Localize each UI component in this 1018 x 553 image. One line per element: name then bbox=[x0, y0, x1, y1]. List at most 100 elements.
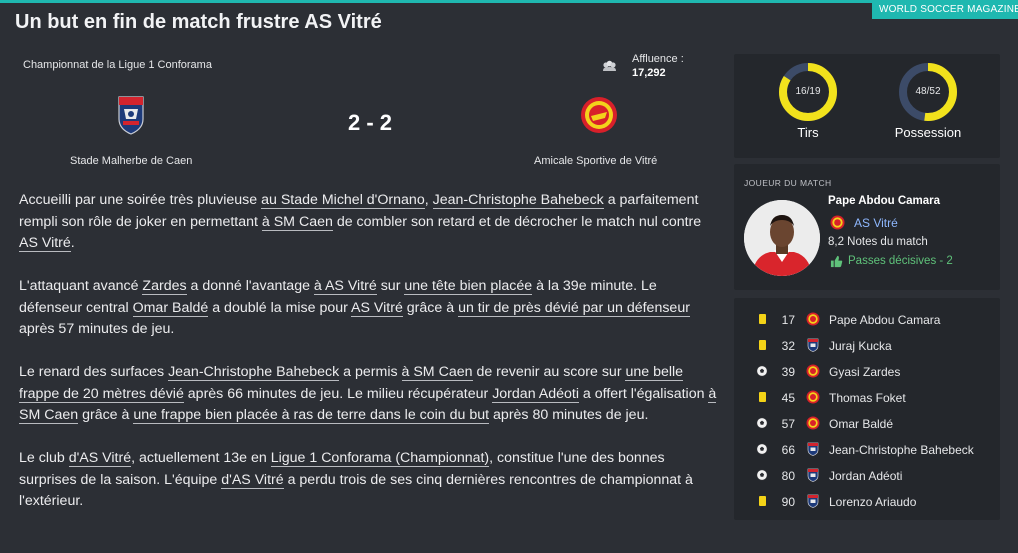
event-player-name[interactable]: Pape Abdou Camara bbox=[829, 313, 940, 327]
event-row[interactable]: 17 Pape Abdou Camara bbox=[734, 307, 1000, 333]
team-link[interactable]: à AS Vitré bbox=[313, 278, 377, 295]
as-vitre-crest-icon bbox=[830, 215, 845, 230]
event-minute: 17 bbox=[781, 313, 795, 327]
team-link[interactable]: à SM Caen bbox=[261, 213, 333, 231]
event-row[interactable]: 57 Omar Baldé bbox=[734, 411, 1000, 437]
magazine-badge: WORLD SOCCER MAGAZINE bbox=[872, 0, 1018, 19]
event-row[interactable]: 66 Jean-Christophe Bahebeck bbox=[734, 437, 1000, 463]
text: de revenir au score sur bbox=[472, 364, 626, 380]
team-link[interactable]: d'AS Vitré bbox=[221, 471, 284, 489]
text: , actuellement 13e en bbox=[131, 450, 271, 466]
goal-ball-icon bbox=[756, 469, 768, 481]
man-of-match-title: JOUEUR DU MATCH bbox=[744, 178, 832, 188]
event-player-name[interactable]: Jordan Adéoti bbox=[829, 469, 902, 483]
as-vitre-crest-icon[interactable] bbox=[806, 390, 820, 404]
sm-caen-crest-icon[interactable] bbox=[806, 338, 820, 352]
event-player-name[interactable]: Omar Baldé bbox=[829, 417, 893, 431]
player-link[interactable]: Zardes bbox=[142, 278, 187, 295]
event-minute: 39 bbox=[781, 365, 795, 379]
as-vitre-crest-icon[interactable] bbox=[806, 364, 820, 378]
competition-link[interactable]: Ligue 1 Conforama (Championnat) bbox=[270, 450, 490, 467]
text: Le club bbox=[19, 450, 69, 466]
match-stats-panel: 16/19 Tirs 48/52 Possession bbox=[734, 54, 1000, 158]
man-of-match-rating: 8,2 Notes du match bbox=[828, 236, 928, 248]
goal-link[interactable]: une frappe bien placée à ras de terre da… bbox=[133, 407, 490, 424]
event-player-name[interactable]: Thomas Foket bbox=[829, 391, 906, 405]
text: a permis bbox=[339, 364, 402, 380]
event-player-name[interactable]: Jean-Christophe Bahebeck bbox=[829, 443, 974, 457]
thumbs-up-icon bbox=[830, 255, 843, 268]
shots-value: 16/19 bbox=[795, 86, 821, 97]
player-link[interactable]: Omar Baldé bbox=[132, 299, 209, 317]
team-link[interactable]: à SM Caen bbox=[401, 364, 473, 381]
sm-caen-crest-icon[interactable] bbox=[806, 468, 820, 482]
man-of-match-assists: Passes décisives - 2 bbox=[848, 255, 953, 267]
player-link[interactable]: Jordan Adéoti bbox=[492, 385, 579, 403]
yellow-card-icon bbox=[759, 496, 766, 506]
goal-ball-icon bbox=[756, 365, 768, 377]
player-link[interactable]: Jean-Christophe Bahebeck bbox=[432, 192, 604, 209]
text: sur bbox=[376, 278, 405, 294]
text: L'attaquant avancé bbox=[19, 278, 143, 294]
man-of-match-panel[interactable]: JOUEUR DU MATCH Pape Abdou Camara AS Vit… bbox=[734, 164, 1000, 290]
event-row[interactable]: 45 Thomas Foket bbox=[734, 385, 1000, 411]
possession-label: Possession bbox=[894, 125, 962, 140]
text: a offert l'égalisation bbox=[578, 385, 709, 402]
event-player-name[interactable]: Gyasi Zardes bbox=[829, 365, 900, 379]
event-minute: 80 bbox=[781, 469, 795, 483]
man-of-match-name[interactable]: Pape Abdou Camara bbox=[828, 195, 940, 207]
text: Accueilli par une soirée très pluvieuse bbox=[19, 192, 262, 208]
competition-name[interactable]: Championnat de la Ligue 1 Conforama bbox=[23, 59, 212, 71]
sm-caen-crest-icon[interactable] bbox=[806, 442, 820, 456]
event-minute: 66 bbox=[781, 443, 795, 457]
man-of-match-club[interactable]: AS Vitré bbox=[854, 216, 898, 230]
team-link[interactable]: AS Vitré bbox=[19, 235, 71, 252]
match-events-panel: 17 Pape Abdou Camara 32 Juraj Kucka 39 Gyasi … bbox=[734, 298, 1000, 520]
player-link[interactable]: Jean-Christophe Bahebeck bbox=[168, 364, 340, 381]
event-minute: 90 bbox=[781, 495, 795, 509]
goal-link[interactable]: une tête bien placée bbox=[404, 278, 533, 295]
yellow-card-icon bbox=[759, 340, 766, 350]
event-minute: 32 bbox=[781, 339, 795, 353]
text: , bbox=[424, 192, 433, 208]
attendance-value: 17,292 bbox=[632, 67, 666, 79]
article-body: Accueilli par une soirée très pluvieuse … bbox=[19, 190, 719, 534]
article-paragraph: Le renard des surfaces Jean-Christophe B… bbox=[19, 362, 719, 427]
yellow-card-icon bbox=[759, 314, 766, 324]
goal-ball-icon bbox=[756, 443, 768, 455]
text: a doublé la mise pour bbox=[208, 299, 352, 316]
goal-link[interactable]: un tir de près dévié par un défenseur bbox=[458, 299, 690, 317]
stadium-link[interactable]: au Stade Michel d'Ornano bbox=[261, 192, 425, 209]
sm-caen-crest-icon[interactable] bbox=[117, 95, 145, 135]
team-link[interactable]: d'AS Vitré bbox=[68, 450, 132, 467]
match-score: 2 - 2 bbox=[347, 110, 393, 135]
event-row[interactable]: 90 Lorenzo Ariaudo bbox=[734, 489, 1000, 515]
as-vitre-crest-icon[interactable] bbox=[806, 416, 820, 430]
goal-ball-icon bbox=[756, 417, 768, 429]
event-player-name[interactable]: Lorenzo Ariaudo bbox=[829, 495, 916, 509]
text: grâce à bbox=[402, 299, 459, 316]
possession-value: 48/52 bbox=[915, 86, 941, 97]
article-paragraph: Accueilli par une soirée très pluvieuse … bbox=[19, 190, 719, 255]
away-team-name[interactable]: Amicale Sportive de Vitré bbox=[534, 155, 657, 167]
text: Le renard des surfaces bbox=[19, 364, 169, 380]
home-stadium-name[interactable]: Stade Malherbe de Caen bbox=[70, 155, 192, 167]
text: après 80 minutes de jeu. bbox=[489, 407, 649, 423]
text: de combler son retard et de décrocher le… bbox=[332, 213, 702, 230]
player-photo[interactable] bbox=[744, 200, 820, 276]
article-paragraph: Le club d'AS Vitré, actuellement 13e en … bbox=[19, 448, 719, 513]
event-row[interactable]: 32 Juraj Kucka bbox=[734, 333, 1000, 359]
attendance-label: Affluence : bbox=[632, 53, 684, 65]
sm-caen-crest-icon[interactable] bbox=[806, 494, 820, 508]
yellow-card-icon bbox=[759, 392, 766, 402]
text: a donné l'avantage bbox=[186, 278, 314, 294]
text: . bbox=[70, 235, 75, 251]
event-row[interactable]: 39 Gyasi Zardes bbox=[734, 359, 1000, 385]
event-player-name[interactable]: Juraj Kucka bbox=[829, 339, 892, 353]
team-link[interactable]: AS Vitré bbox=[351, 299, 403, 317]
text: grâce à bbox=[78, 407, 134, 423]
as-vitre-crest-icon[interactable] bbox=[806, 312, 820, 326]
event-row[interactable]: 80 Jordan Adéoti bbox=[734, 463, 1000, 489]
as-vitre-crest-icon[interactable] bbox=[580, 96, 618, 134]
crowd-icon bbox=[603, 60, 616, 71]
